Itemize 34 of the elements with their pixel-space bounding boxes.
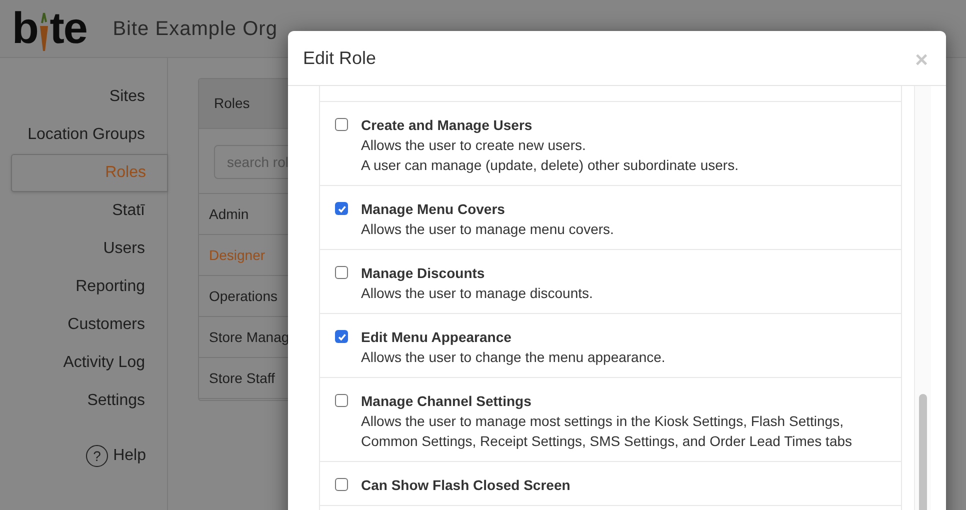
permission-description: A user can manage (update, delete) other subordinate users. — [361, 156, 738, 175]
permission-description: Allows the user to manage menu covers. — [361, 220, 614, 239]
nav-item[interactable]: Activity Log — [0, 344, 167, 382]
permission-description: Allows the user to manage discounts. — [361, 284, 593, 303]
checkbox[interactable] — [335, 478, 348, 491]
permission-description: Allows the user to manage most settings in the Kiosk Settings, Flash Settings, — [361, 412, 844, 431]
checkbox[interactable] — [335, 118, 348, 131]
permission-name: Can Show Flash Closed Screen — [361, 476, 570, 495]
checkbox[interactable] — [335, 394, 348, 407]
help-link[interactable]: ? Help — [85, 444, 146, 468]
checkbox[interactable] — [335, 202, 348, 215]
dialog-title: Edit Role — [303, 46, 376, 70]
nav-item[interactable]: Customers — [0, 306, 167, 344]
permission-name: Manage Discounts — [361, 264, 486, 283]
permission-name: Manage Channel Settings — [361, 392, 532, 411]
nav-item[interactable]: Users — [0, 230, 167, 268]
checkbox[interactable] — [335, 266, 348, 279]
nav-item[interactable]: Location Groups — [0, 116, 167, 154]
permission-description: Common Settings, Receipt Settings, SMS Settings, and Order Lead Times tabs — [361, 432, 852, 451]
organization-name: Bite Example Org — [112, 16, 278, 42]
permission-name: Edit Menu Appearance — [361, 328, 512, 347]
help-icon: ? — [85, 444, 110, 468]
permission-name: Manage Menu Covers — [361, 200, 506, 219]
scrollbar-thumb[interactable] — [919, 394, 927, 510]
nav-item[interactable]: Statī — [0, 192, 167, 230]
permission-description: Allows the user to create new users. — [361, 136, 587, 155]
nav-item[interactable]: Sites — [0, 78, 167, 116]
permission-name: Create and Manage Users — [361, 116, 534, 135]
checkbox[interactable] — [335, 330, 348, 343]
nav-item[interactable]: Reporting — [0, 268, 167, 306]
permission-description: Allows the user to change the menu appearance. — [361, 348, 666, 367]
panel-title: Roles — [214, 94, 250, 113]
nav-item[interactable]: Settings — [0, 382, 167, 420]
logo: b te — [12, 6, 87, 50]
